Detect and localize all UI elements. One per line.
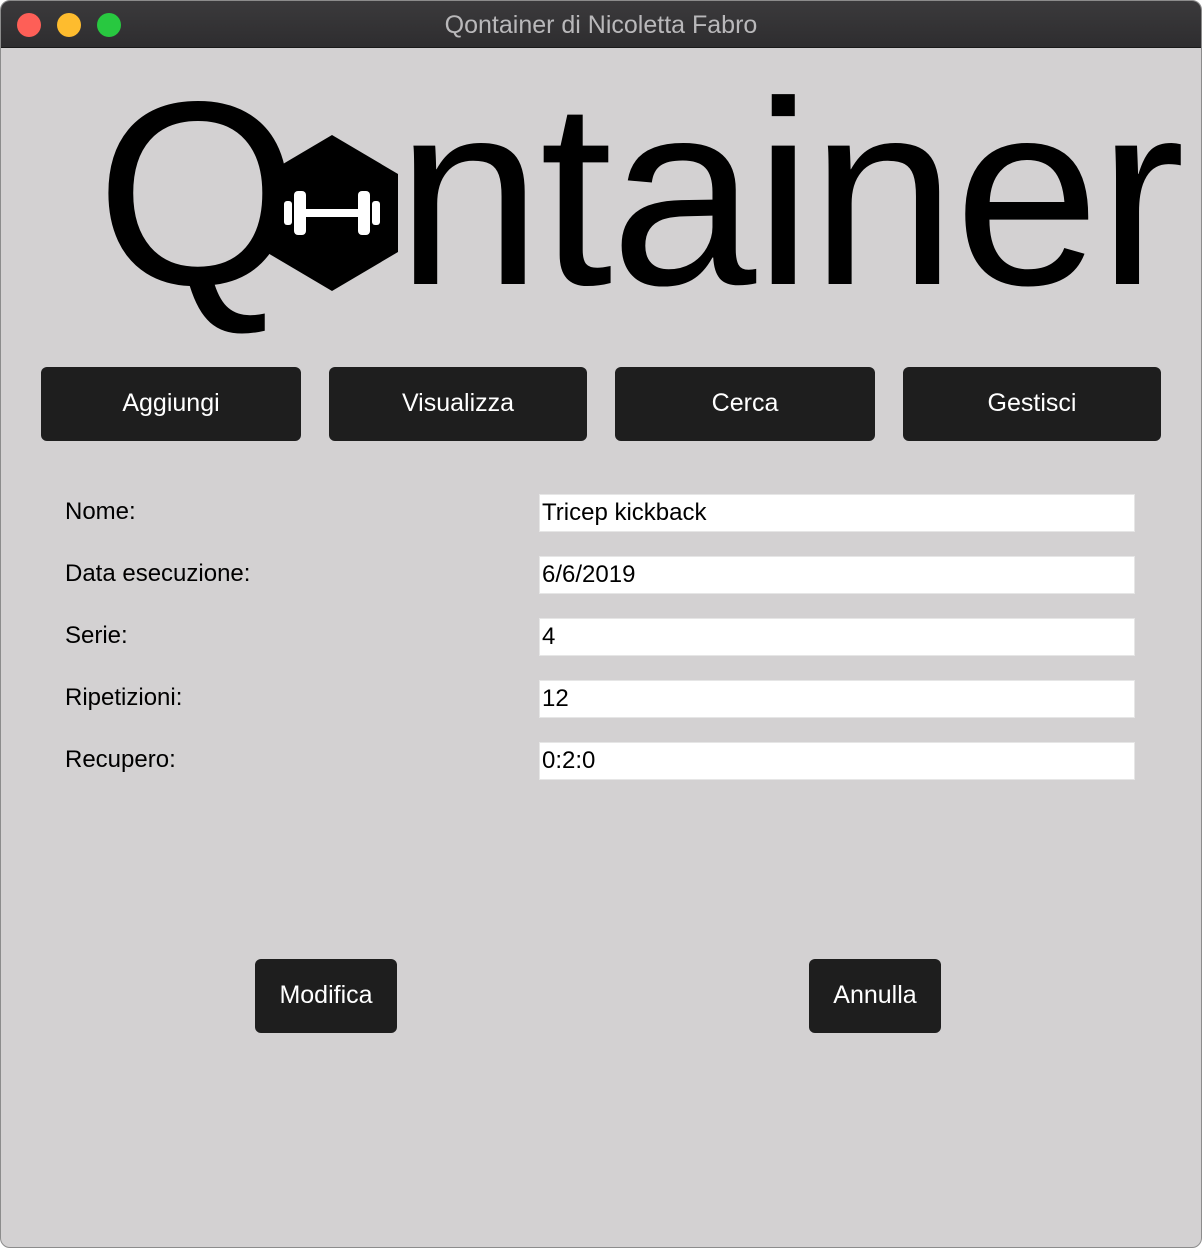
reps-label: Ripetizioni: — [65, 684, 183, 711]
rest-field[interactable] — [539, 742, 1135, 780]
modify-button[interactable]: Modifica — [255, 959, 397, 1033]
view-button[interactable]: Visualizza — [329, 367, 587, 441]
app-logo: Q ntainer — [96, 63, 1185, 327]
reps-field[interactable] — [539, 680, 1135, 718]
name-field[interactable] — [539, 494, 1135, 532]
add-button[interactable]: Aggiungi — [41, 367, 301, 441]
manage-button[interactable]: Gestisci — [903, 367, 1161, 441]
date-field[interactable] — [539, 556, 1135, 594]
app-window: Qontainer di Nicoletta Fabro Q ntainer A… — [0, 0, 1202, 1248]
sets-field[interactable] — [539, 618, 1135, 656]
sets-label: Serie: — [65, 622, 128, 649]
name-label: Nome: — [65, 498, 136, 525]
cancel-button[interactable]: Annulla — [809, 959, 941, 1033]
date-label: Data esecuzione: — [65, 560, 251, 587]
logo-text-ntainer: ntainer — [396, 47, 1185, 340]
window-title: Qontainer di Nicoletta Fabro — [444, 11, 758, 39]
rest-label: Recupero: — [65, 746, 176, 773]
dumbbell-hexagon-icon — [266, 135, 398, 291]
title-bar: Qontainer di Nicoletta Fabro — [1, 1, 1201, 48]
search-button[interactable]: Cerca — [615, 367, 875, 441]
